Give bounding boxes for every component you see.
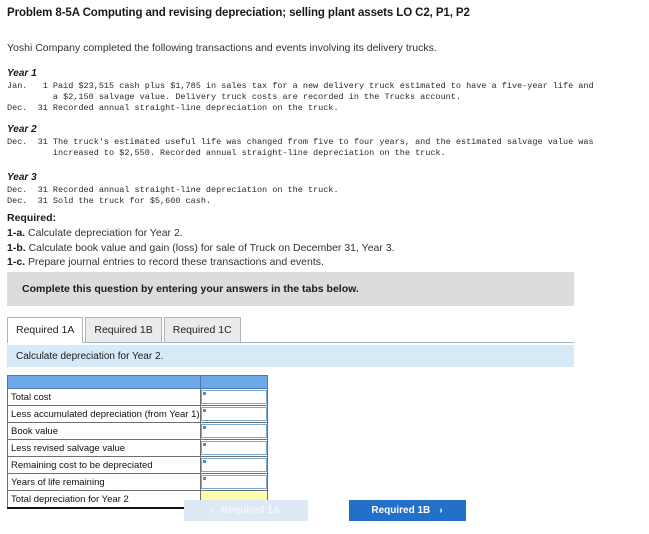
transaction-line: increased to $2,550. Recorded annual str… <box>7 148 446 158</box>
intro-text: Yoshi Company completed the following tr… <box>7 42 437 54</box>
next-button-label: Required 1B <box>371 505 431 516</box>
required-item-b: 1-b. Calculate book value and gain (loss… <box>7 241 395 256</box>
value-cell-total-cost[interactable] <box>199 388 268 406</box>
transaction-block-year-2: Year 2 Dec. 31 The truck's estimated use… <box>7 124 594 159</box>
page-title: Problem 8-5A Computing and revising depr… <box>7 7 470 19</box>
transaction-line: Dec. 31 Sold the truck for $5,600 cash. <box>7 196 212 206</box>
table-row: Less revised salvage value <box>7 439 268 457</box>
tab-strip: Required 1A Required 1B Required 1C <box>7 315 574 343</box>
table-header-value-col <box>199 375 268 389</box>
row-label-less-revised-salvage-value: Less revised salvage value <box>7 439 201 457</box>
required-item-a: 1-a. Calculate depreciation for Year 2. <box>7 226 395 241</box>
table-row: Years of life remaining <box>7 473 268 491</box>
table-row: Book value <box>7 422 268 440</box>
input-less-accumulated-depreciation[interactable] <box>200 407 267 421</box>
input-years-of-life-remaining[interactable] <box>200 475 267 489</box>
transaction-block-year-3: Year 3 Dec. 31 Recorded annual straight-… <box>7 172 339 207</box>
transaction-block-year-1: Year 1 Jan. 1 Paid $23,515 cash plus $1,… <box>7 68 594 114</box>
value-cell-book-value[interactable] <box>199 422 268 440</box>
required-marker: 1-b. <box>7 241 26 254</box>
instruction-banner: Complete this question by entering your … <box>7 272 574 306</box>
chevron-right-icon: › <box>439 505 443 516</box>
tab-required-1b[interactable]: Required 1B <box>85 317 162 342</box>
row-label-less-accumulated-depreciation: Less accumulated depreciation (from Year… <box>7 405 201 423</box>
problem-page: Problem 8-5A Computing and revising depr… <box>0 0 649 534</box>
row-label-years-of-life-remaining: Years of life remaining <box>7 473 201 491</box>
transaction-line: Jan. 1 Paid $23,515 cash plus $1,785 in … <box>7 81 594 91</box>
table-row: Total cost <box>7 388 268 406</box>
row-label-remaining-cost-to-be-depreciated: Remaining cost to be depreciated <box>7 456 201 474</box>
depreciation-answer-table: Total cost Less accumulated depreciation… <box>7 375 268 509</box>
prev-required-1a-button[interactable]: ‹ Required 1A <box>183 500 308 521</box>
sub-instruction-bar: Calculate depreciation for Year 2. <box>7 345 574 367</box>
transaction-line: Dec. 31 Recorded annual straight-line de… <box>7 185 339 195</box>
required-marker: 1-a. <box>7 227 26 239</box>
chevron-left-icon: ‹ <box>210 505 215 516</box>
transaction-line: Dec. 31 The truck's estimated useful lif… <box>7 137 594 147</box>
value-cell-less-revised-salvage-value[interactable] <box>199 439 268 457</box>
input-less-revised-salvage-value[interactable] <box>200 441 267 455</box>
year-label: Year 1 <box>7 68 37 79</box>
input-total-cost[interactable] <box>200 390 267 404</box>
required-heading: Required: <box>7 212 57 224</box>
row-label-total-cost: Total cost <box>7 388 201 406</box>
row-label-book-value: Book value <box>7 422 201 440</box>
sub-instruction-text: Calculate depreciation for Year 2. <box>16 350 164 362</box>
year-label: Year 2 <box>7 124 37 135</box>
table-row: Less accumulated depreciation (from Year… <box>7 405 268 423</box>
tab-required-1a[interactable]: Required 1A <box>7 317 84 343</box>
required-text: Prepare journal entries to record these … <box>28 256 324 268</box>
required-marker: 1-c. <box>7 256 26 268</box>
required-text: Calculate depreciation for Year 2. <box>28 227 183 239</box>
value-cell-remaining-cost-to-be-depreciated[interactable] <box>199 456 268 474</box>
table-header-row <box>7 375 268 389</box>
value-cell-less-accumulated-depreciation[interactable] <box>199 405 268 423</box>
next-required-1b-button[interactable]: Required 1B › <box>348 500 466 521</box>
year-label: Year 3 <box>7 172 37 183</box>
required-item-c: 1-c. Prepare journal entries to record t… <box>7 255 395 270</box>
transaction-line: a $2,150 salvage value. Delivery truck c… <box>7 92 461 102</box>
input-remaining-cost-to-be-depreciated[interactable] <box>200 458 267 472</box>
input-book-value[interactable] <box>200 424 267 438</box>
required-section: Required: 1-a. Calculate depreciation fo… <box>7 212 395 270</box>
value-cell-years-of-life-remaining[interactable] <box>199 473 268 491</box>
tab-required-1c[interactable]: Required 1C <box>163 317 241 342</box>
required-text: Calculate book value and gain (loss) for… <box>28 241 395 254</box>
table-row: Remaining cost to be depreciated <box>7 456 268 474</box>
instruction-banner-text: Complete this question by entering your … <box>22 283 359 295</box>
navigation-bar: ‹ Required 1A Required 1B › <box>0 500 649 521</box>
table-header-label-col <box>7 375 201 389</box>
transaction-line: Dec. 31 Recorded annual straight-line de… <box>7 103 339 113</box>
prev-button-label: Required 1A <box>221 505 281 516</box>
